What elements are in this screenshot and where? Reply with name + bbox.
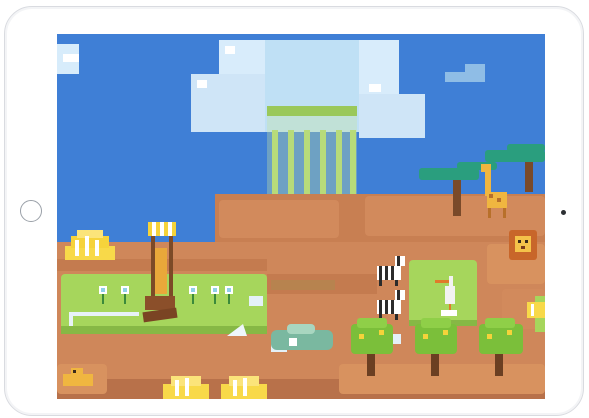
- giraffe-icon: [155, 248, 167, 294]
- beam-base: [271, 280, 335, 290]
- front-camera: [561, 210, 566, 215]
- game-screen[interactable]: [57, 34, 545, 399]
- sun-block-right: [527, 302, 545, 318]
- home-button[interactable]: [20, 200, 42, 222]
- lion-icon: [509, 230, 537, 260]
- grass-stork: [409, 260, 477, 326]
- cloud-left: [57, 44, 79, 74]
- water-pipe-end: [69, 316, 73, 326]
- water-pipe: [69, 312, 139, 316]
